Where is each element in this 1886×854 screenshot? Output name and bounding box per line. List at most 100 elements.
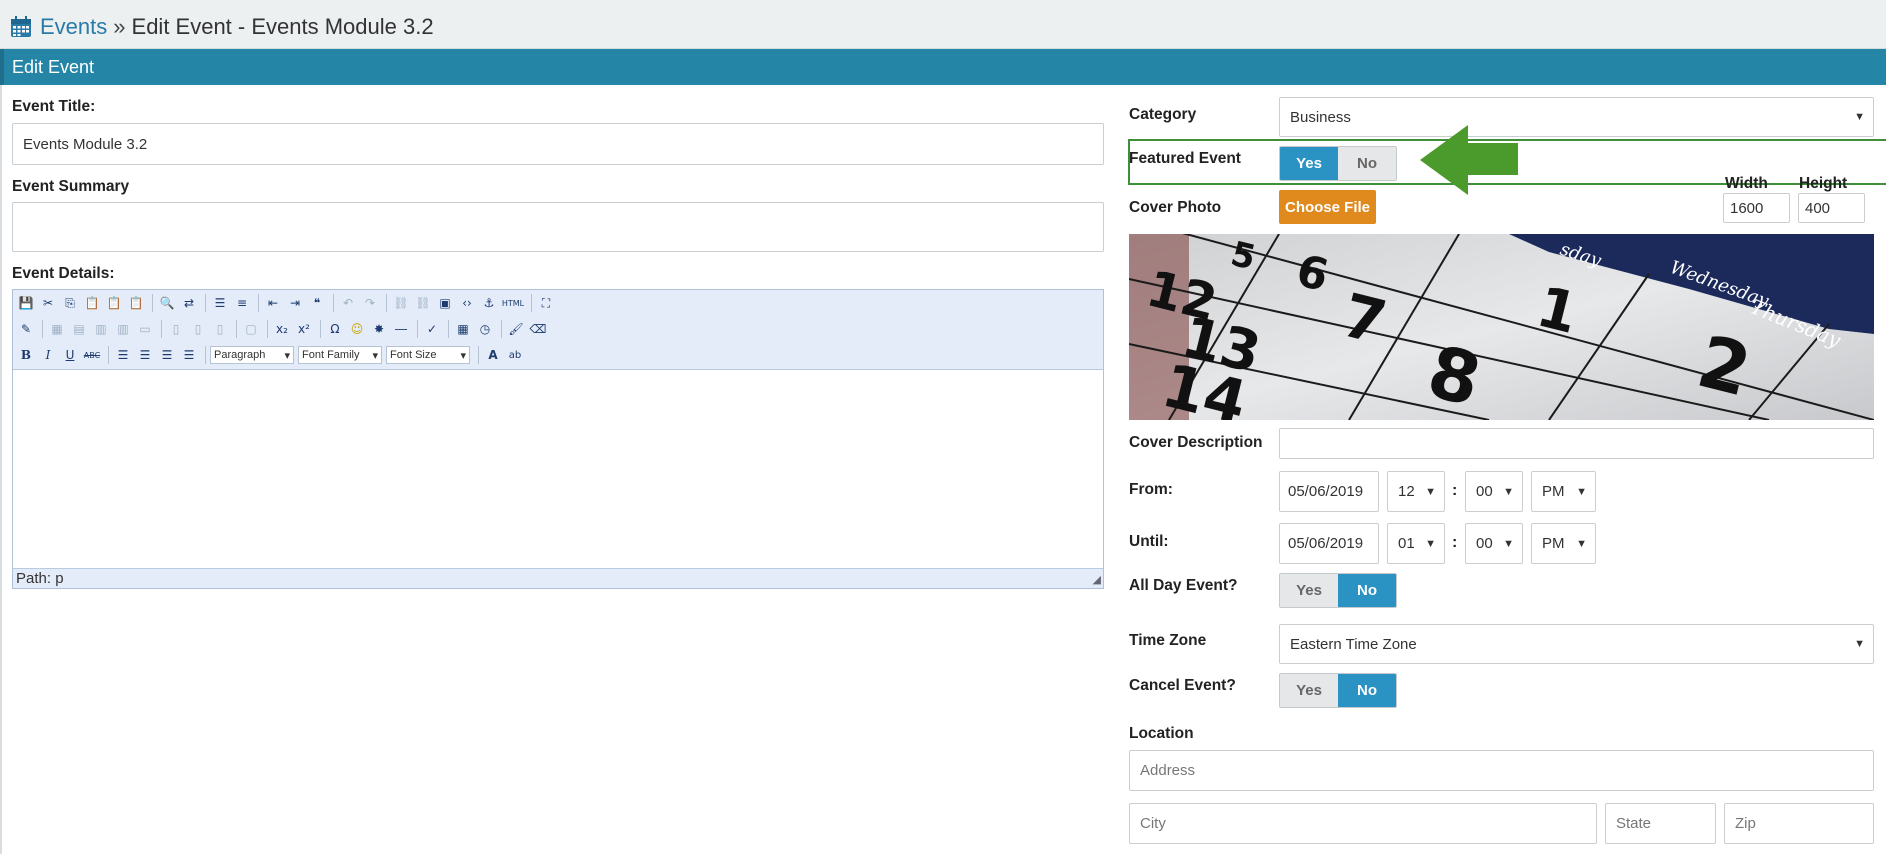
all-day-no-button[interactable]: No — [1338, 574, 1396, 607]
bullet-list-icon[interactable]: ☰ — [210, 293, 230, 313]
media-icon[interactable]: ✸ — [369, 319, 389, 339]
copy-icon[interactable]: ⎘ — [60, 293, 80, 313]
row-before-icon[interactable]: ▥ — [91, 319, 111, 339]
paste-word-icon[interactable]: 📋 — [126, 293, 146, 313]
until-hour-select[interactable]: 01 ▼ — [1387, 523, 1445, 564]
delete-col-icon[interactable]: ▯ — [210, 319, 230, 339]
from-ampm-select[interactable]: PM ▼ — [1531, 471, 1596, 512]
chevron-down-icon: ▼ — [1576, 485, 1587, 498]
cancel-yes-button[interactable]: Yes — [1280, 674, 1338, 707]
cancel-no-button[interactable]: No — [1338, 674, 1396, 707]
horizontal-rule-icon[interactable]: ― — [391, 319, 411, 339]
find-icon[interactable]: 🔍 — [157, 293, 177, 313]
spellcheck-icon[interactable]: ✓ — [422, 319, 442, 339]
until-minute-select[interactable]: 00 ▼ — [1465, 523, 1523, 564]
toolbar-separator — [267, 320, 268, 338]
chevron-down-icon: ▼ — [1854, 111, 1865, 123]
blockquote-icon[interactable]: ❝ — [307, 293, 327, 313]
chevron-down-icon: ▼ — [1425, 537, 1436, 550]
edit-icon[interactable]: ✎ — [16, 319, 36, 339]
highlight-color-icon[interactable]: ab — [505, 345, 525, 365]
featured-no-button[interactable]: No — [1338, 147, 1396, 180]
special-char-icon[interactable]: Ω — [325, 319, 345, 339]
city-input[interactable]: City — [1129, 803, 1597, 844]
event-summary-textarea[interactable] — [12, 202, 1104, 252]
from-minute-select[interactable]: 00 ▼ — [1465, 471, 1523, 512]
until-ampm-select[interactable]: PM ▼ — [1531, 523, 1596, 564]
paste-icon[interactable]: 📋 — [82, 293, 102, 313]
align-left-icon[interactable]: ☰ — [113, 345, 133, 365]
from-label: From: — [1129, 481, 1173, 498]
until-date-input[interactable]: 05/06/2019 — [1279, 523, 1379, 564]
paste-text-icon[interactable]: 📋 — [104, 293, 124, 313]
breadcrumb-events-link[interactable]: Events — [40, 14, 107, 40]
paragraph-select[interactable]: Paragraph ▾ — [210, 346, 294, 364]
toolbar-separator — [448, 320, 449, 338]
font-size-select[interactable]: Font Size ▾ — [386, 346, 470, 364]
cover-photo-label: Cover Photo — [1129, 199, 1222, 216]
underline-icon[interactable]: U — [60, 345, 80, 365]
height-input[interactable]: 400 — [1798, 193, 1865, 223]
choose-file-button[interactable]: Choose File — [1279, 190, 1376, 224]
row-after-icon[interactable]: ▥ — [113, 319, 133, 339]
col-after-icon[interactable]: ▯ — [188, 319, 208, 339]
table-row-icon[interactable]: ▤ — [69, 319, 89, 339]
align-center-icon[interactable]: ☰ — [135, 345, 155, 365]
featured-yes-button[interactable]: Yes — [1280, 147, 1338, 180]
toolbar-separator — [205, 346, 206, 364]
anchor-icon[interactable]: ⚓ — [479, 293, 499, 313]
indent-icon[interactable]: ⇥ — [285, 293, 305, 313]
superscript-icon[interactable]: x² — [294, 319, 314, 339]
cover-description-input[interactable] — [1279, 428, 1874, 459]
align-justify-icon[interactable]: ☰ — [179, 345, 199, 365]
paragraph-select-value: Paragraph — [214, 349, 266, 361]
remove-format-icon[interactable]: ⌫ — [528, 319, 548, 339]
save-icon[interactable]: 💾 — [16, 293, 36, 313]
from-date-input[interactable]: 05/06/2019 — [1279, 471, 1379, 512]
resize-grip-icon[interactable]: ◢ — [1093, 573, 1101, 586]
font-family-select[interactable]: Font Family ▾ — [298, 346, 382, 364]
category-select[interactable]: Business ▼ — [1279, 97, 1874, 137]
chevron-down-icon: ▼ — [1854, 638, 1865, 650]
delete-row-icon[interactable]: ▭ — [135, 319, 155, 339]
font-size-select-value: Font Size — [390, 349, 437, 361]
time-zone-select[interactable]: Eastern Time Zone ▼ — [1279, 624, 1874, 664]
event-title-input[interactable]: Events Module 3.2 — [12, 123, 1104, 165]
subscript-icon[interactable]: x₂ — [272, 319, 292, 339]
bold-icon[interactable]: B — [16, 345, 36, 365]
col-before-icon[interactable]: ▯ — [166, 319, 186, 339]
redo-icon[interactable]: ↷ — [360, 293, 380, 313]
all-day-yes-button[interactable]: Yes — [1280, 574, 1338, 607]
undo-icon[interactable]: ↶ — [338, 293, 358, 313]
cleanup-icon[interactable]: 🖌 — [506, 319, 526, 339]
address-input[interactable]: Address — [1129, 750, 1874, 791]
merge-cells-icon[interactable]: ▢ — [241, 319, 261, 339]
unlink-icon[interactable]: ⛓ — [413, 293, 433, 313]
numbered-list-icon[interactable]: ≡ — [232, 293, 252, 313]
insert-date-icon[interactable]: ▦ — [453, 319, 473, 339]
outdent-icon[interactable]: ⇤ — [263, 293, 283, 313]
from-hour-select[interactable]: 12 ▼ — [1387, 471, 1445, 512]
state-input[interactable]: State — [1605, 803, 1716, 844]
align-right-icon[interactable]: ☰ — [157, 345, 177, 365]
time-separator: : — [1452, 534, 1458, 551]
height-label: Height — [1799, 175, 1848, 192]
strikethrough-icon[interactable]: ABC — [82, 345, 102, 365]
editor-path: Path: p — [13, 568, 1103, 588]
insert-time-icon[interactable]: ◷ — [475, 319, 495, 339]
image-icon[interactable]: ▣ — [435, 293, 455, 313]
replace-icon[interactable]: ⇄ — [179, 293, 199, 313]
link-icon[interactable]: ⛓ — [391, 293, 411, 313]
italic-icon[interactable]: I — [38, 345, 58, 365]
table-icon[interactable]: ▦ — [47, 319, 67, 339]
cut-icon[interactable]: ✂ — [38, 293, 58, 313]
text-color-icon[interactable]: A — [483, 345, 503, 365]
fullscreen-icon[interactable]: ⛶ — [536, 293, 556, 313]
code-icon[interactable]: ‹› — [457, 293, 477, 313]
html-source-icon[interactable]: HTML — [501, 293, 525, 313]
zip-input[interactable]: Zip — [1724, 803, 1874, 844]
toolbar-separator — [333, 294, 334, 312]
width-input[interactable]: 1600 — [1723, 193, 1790, 223]
emoticon-icon[interactable]: ☺ — [347, 319, 367, 339]
breadcrumb-separator: » — [113, 14, 126, 39]
